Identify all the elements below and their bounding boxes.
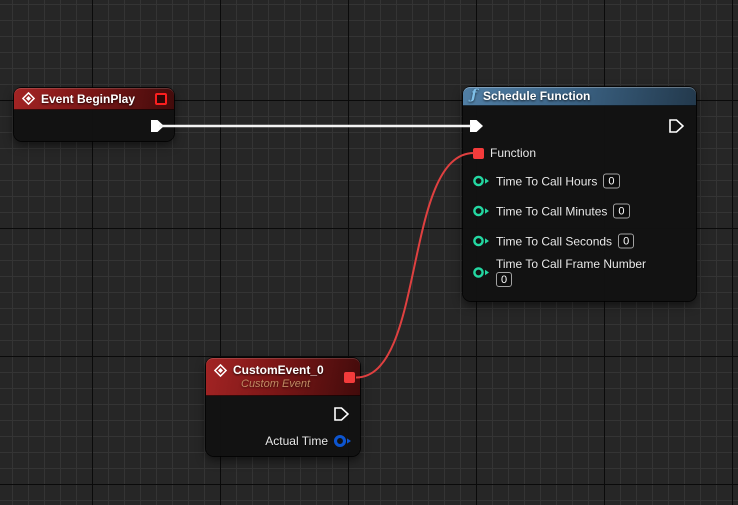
node-title: Schedule Function: [483, 89, 590, 103]
node-header[interactable]: ƒ Schedule Function: [463, 87, 696, 106]
int-pin-icon: [473, 175, 490, 188]
int-pin-icon: [473, 235, 490, 248]
pin-value-input[interactable]: 0: [618, 234, 634, 249]
pin-label: Time To Call Hours: [496, 174, 597, 188]
exec-pin-icon: [469, 119, 484, 133]
exec-pin-icon: [334, 407, 349, 421]
pin-value-input[interactable]: 0: [603, 174, 619, 189]
int-input-pin-frame-number[interactable]: Time To Call Frame Number 0: [473, 257, 646, 287]
int-pin-icon: [473, 205, 490, 218]
node-title: Event BeginPlay: [41, 92, 135, 106]
pin-value-input[interactable]: 0: [613, 204, 629, 219]
node-custom-event-0[interactable]: CustomEvent_0 Custom Event Actual Time: [206, 358, 360, 456]
node-subtitle: Custom Event: [241, 378, 353, 390]
exec-pin-icon: [150, 119, 165, 133]
int-input-pin-minutes[interactable]: Time To Call Minutes 0: [473, 204, 630, 219]
exec-in-pin[interactable]: [469, 119, 484, 133]
node-header[interactable]: Event BeginPlay: [14, 88, 174, 110]
object-output-pin-actual-time[interactable]: Actual Time: [265, 434, 352, 448]
pin-label: Function: [490, 146, 536, 160]
delegate-wire[interactable]: [356, 153, 474, 378]
object-pin-icon: [334, 434, 352, 448]
int-input-pin-seconds[interactable]: Time To Call Seconds 0: [473, 234, 634, 249]
pin-label: Actual Time: [265, 434, 328, 448]
node-schedule-function[interactable]: ƒ Schedule Function Function Time To Cal…: [463, 87, 696, 301]
exec-out-pin[interactable]: [334, 407, 349, 421]
delegate-output-pin[interactable]: [344, 372, 355, 383]
event-diamond-icon: [22, 92, 35, 105]
int-pin-icon: [473, 266, 490, 279]
delegate-pin[interactable]: [155, 93, 167, 105]
delegate-input-pin-function[interactable]: Function: [473, 146, 536, 160]
event-diamond-icon: [214, 364, 227, 377]
function-icon: ƒ: [471, 88, 477, 102]
node-event-beginplay[interactable]: Event BeginPlay: [14, 88, 174, 141]
exec-out-pin[interactable]: [150, 119, 165, 133]
exec-out-pin[interactable]: [669, 119, 684, 133]
pin-label: Time To Call Minutes: [496, 204, 607, 218]
exec-pin-icon: [669, 119, 684, 133]
pin-label: Time To Call Frame Number: [496, 257, 646, 271]
pin-value-input[interactable]: 0: [496, 272, 512, 287]
blueprint-graph-canvas[interactable]: Event BeginPlay ƒ Schedule Function F: [0, 0, 738, 505]
delegate-pin-icon: [473, 148, 484, 159]
int-input-pin-hours[interactable]: Time To Call Hours 0: [473, 174, 620, 189]
pin-label: Time To Call Seconds: [496, 234, 612, 248]
node-header[interactable]: CustomEvent_0 Custom Event: [206, 358, 360, 396]
node-title: CustomEvent_0: [233, 363, 324, 377]
